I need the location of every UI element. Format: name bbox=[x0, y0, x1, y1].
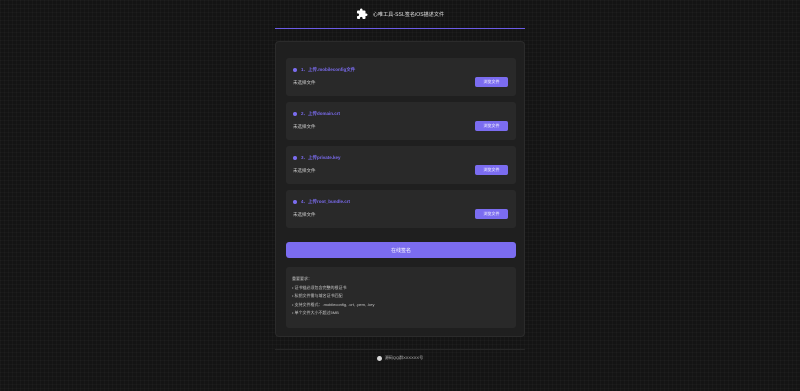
file-status: 未选择文件 bbox=[293, 168, 316, 173]
browse-file-button[interactable]: 浏览文件 bbox=[475, 121, 508, 131]
requirement-item: • 证书链必须包含完整的根证书 bbox=[292, 284, 347, 290]
file-status: 未选择文件 bbox=[293, 80, 316, 85]
footer-divider bbox=[275, 349, 525, 350]
browse-file-button[interactable]: 浏览文件 bbox=[475, 165, 508, 175]
requirement-item: • 单个文件大小不超过5MB bbox=[292, 310, 339, 315]
file-status: 未选择文件 bbox=[293, 124, 316, 129]
upload-panel: 1．上传.mobileconfig文件 未选择文件 浏览文件 2．上传domai… bbox=[275, 41, 525, 337]
bullet-dot-icon bbox=[293, 156, 297, 160]
header: 心唯工具-SSL签名iOS描述文件 bbox=[275, 0, 525, 29]
requirements-title: 重要要求： bbox=[292, 276, 312, 281]
bullet-dot-icon bbox=[293, 200, 297, 204]
requirement-item: • 支持文件格式：.mobileconfig, .crt, .pem, .key bbox=[292, 301, 375, 307]
step-heading: 1．上传.mobileconfig文件 bbox=[293, 67, 355, 73]
footer: 源码QQ群XXXXXX号 bbox=[275, 353, 525, 363]
upload-card-mobileconfig: 1．上传.mobileconfig文件 未选择文件 浏览文件 bbox=[286, 58, 516, 96]
upload-card-root-bundle: 4．上传root_bundle.crt 未选择文件 浏览文件 bbox=[286, 190, 516, 228]
step-label: 4．上传root_bundle.crt bbox=[301, 199, 351, 204]
step-label: 1．上传.mobileconfig文件 bbox=[301, 67, 356, 72]
bullet-dot-icon bbox=[293, 68, 297, 72]
browse-file-button[interactable]: 浏览文件 bbox=[475, 77, 508, 87]
step-heading: 3．上传private.key bbox=[293, 155, 341, 161]
upload-card-domain-crt: 2．上传domain.crt 未选择文件 浏览文件 bbox=[286, 102, 516, 140]
file-status: 未选择文件 bbox=[293, 212, 316, 217]
requirement-item: • 私钥文件需与域名证书匹配 bbox=[292, 293, 343, 298]
bullet-dot-icon bbox=[293, 112, 297, 116]
online-sign-button[interactable]: 在线签名 bbox=[286, 242, 516, 258]
step-heading: 2．上传domain.crt bbox=[293, 111, 340, 117]
footer-text: 源码QQ群XXXXXX号 bbox=[384, 355, 424, 360]
step-label: 2．上传domain.crt bbox=[301, 111, 341, 116]
step-label: 3．上传private.key bbox=[301, 155, 341, 160]
puzzle-icon bbox=[356, 8, 368, 20]
requirements-box: 重要要求： • 证书链必须包含完整的根证书 • 私钥文件需与域名证书匹配 • 支… bbox=[286, 267, 516, 328]
page-title: 心唯工具-SSL签名iOS描述文件 bbox=[372, 11, 445, 18]
step-heading: 4．上传root_bundle.crt bbox=[293, 199, 350, 205]
upload-card-private-key: 3．上传private.key 未选择文件 浏览文件 bbox=[286, 146, 516, 184]
browse-file-button[interactable]: 浏览文件 bbox=[475, 209, 508, 219]
qq-icon bbox=[376, 355, 382, 361]
